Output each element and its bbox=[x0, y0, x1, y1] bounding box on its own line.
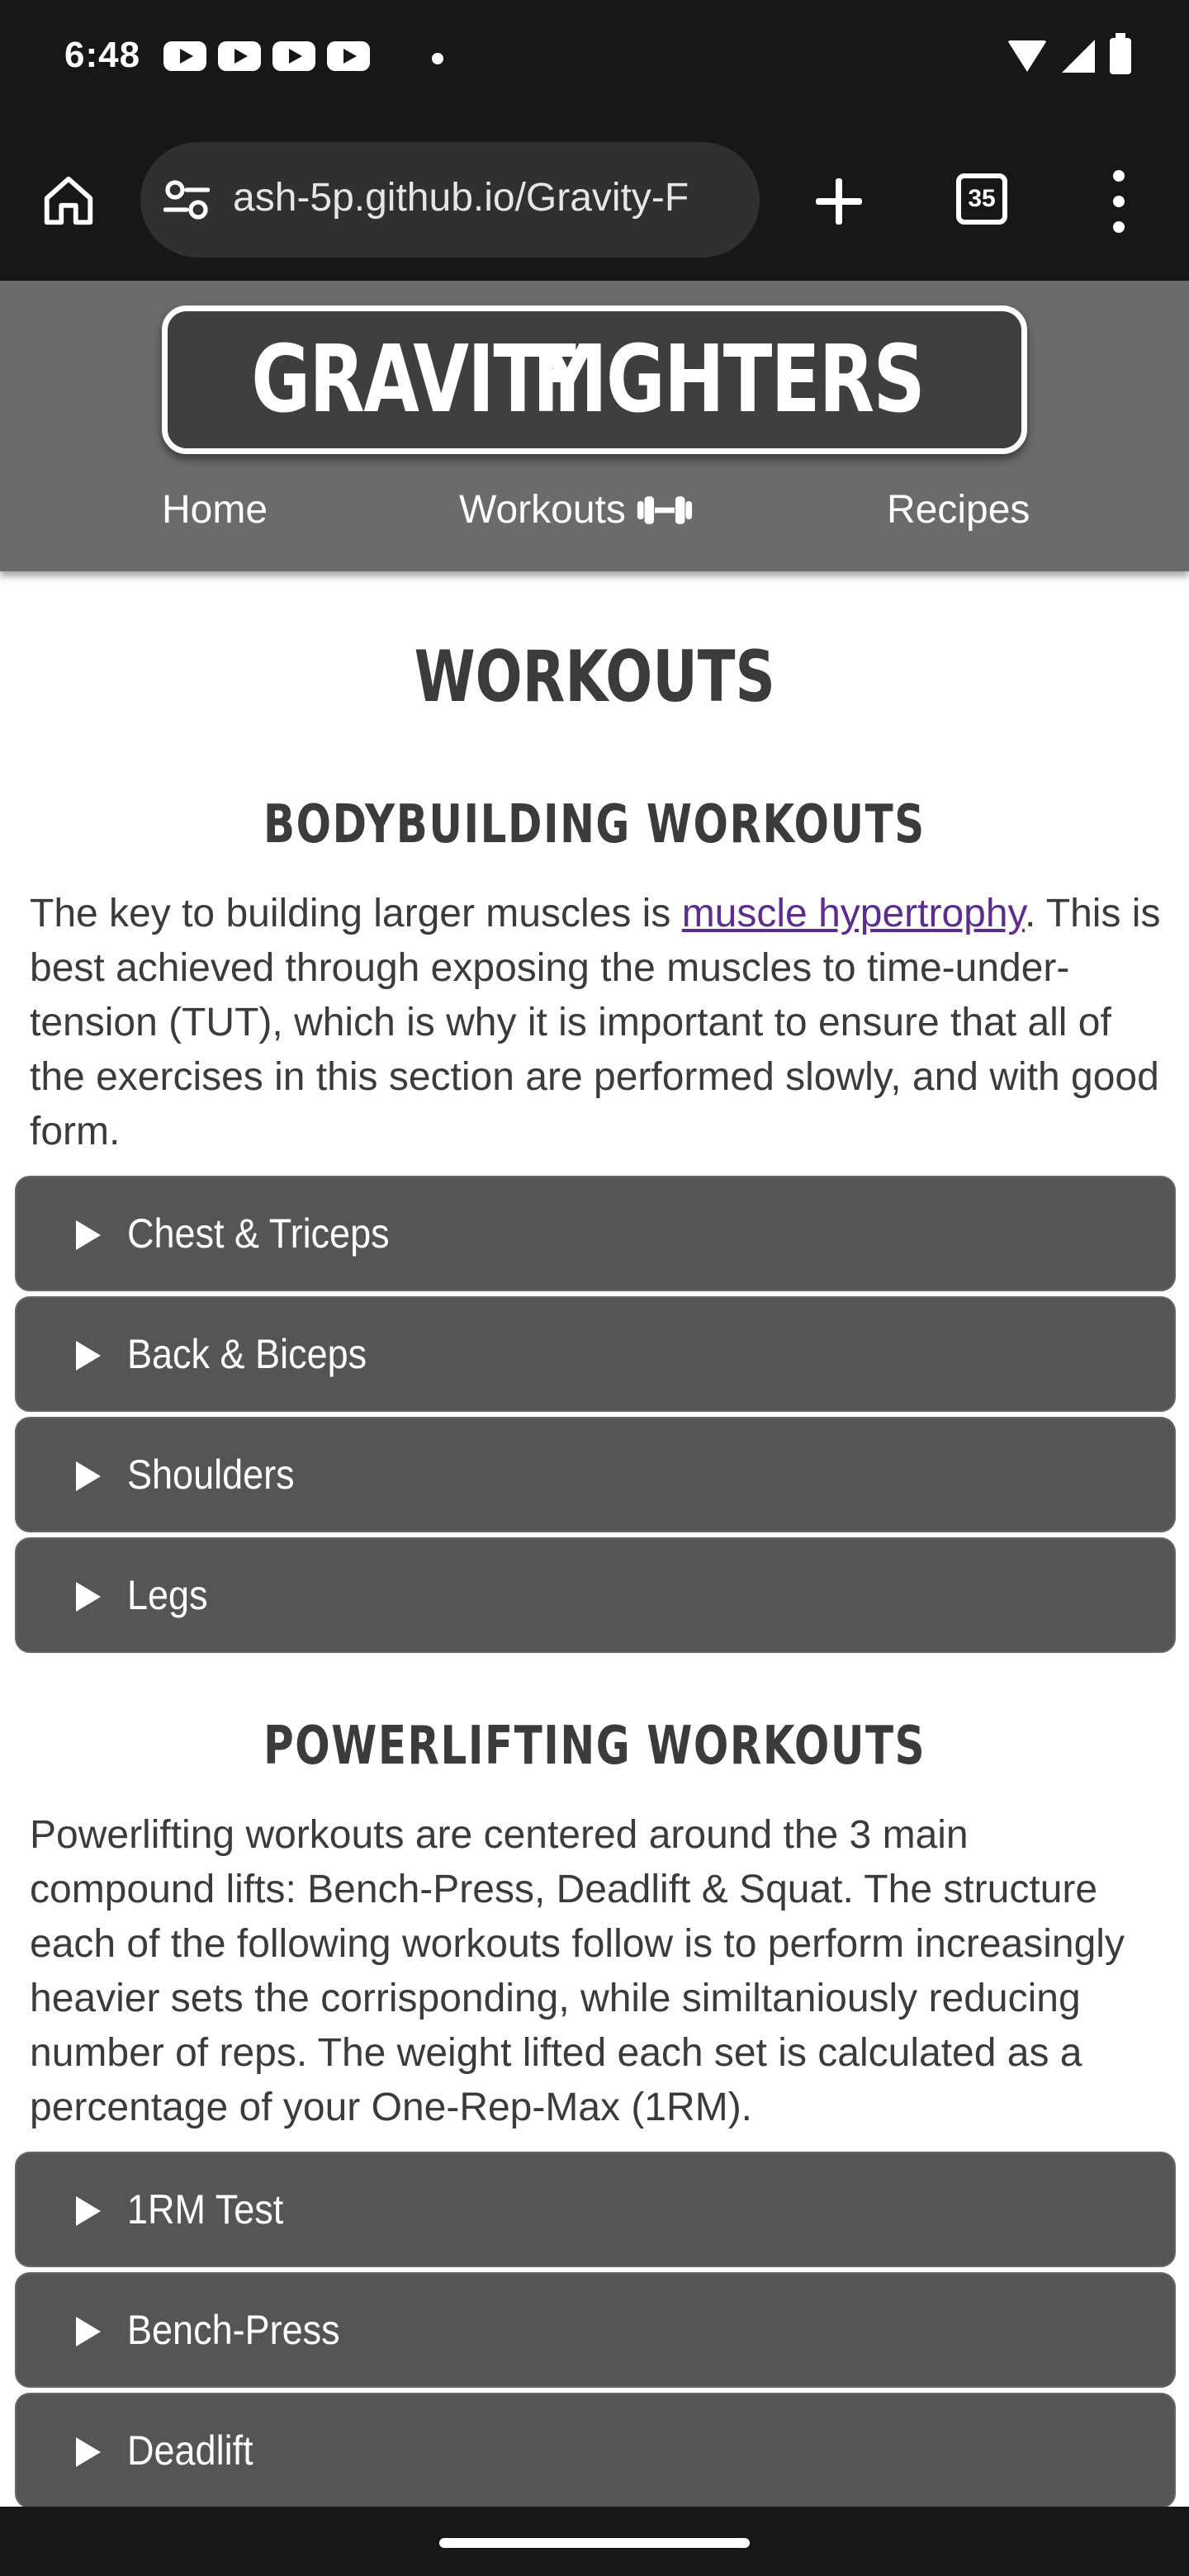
browser-toolbar: ash-5p.github.io/Gravity-F 35 bbox=[0, 124, 1189, 281]
youtube-notification-icon bbox=[327, 41, 370, 71]
home-icon bbox=[44, 176, 93, 225]
expand-triangle-icon bbox=[76, 1461, 101, 1491]
more-notifications-dot-icon bbox=[432, 53, 443, 64]
site-nav: Home Workouts Recipes bbox=[0, 487, 1189, 553]
address-bar[interactable]: ash-5p.github.io/Gravity-F bbox=[140, 142, 760, 258]
dumbbell-icon bbox=[637, 495, 692, 524]
expand-triangle-icon bbox=[76, 2437, 101, 2467]
powerlifting-intro: Powerlifting workouts are centered aroun… bbox=[30, 1813, 1125, 2129]
expand-triangle-icon bbox=[76, 2317, 101, 2346]
more-menu-icon[interactable] bbox=[1108, 170, 1130, 233]
expand-triangle-icon bbox=[76, 1341, 101, 1371]
nav-home[interactable]: Home bbox=[162, 487, 268, 533]
nav-recipes[interactable]: Recipes bbox=[887, 487, 1030, 533]
expand-triangle-icon bbox=[76, 1220, 101, 1250]
accordion-chest-triceps[interactable]: Chest & Triceps bbox=[15, 1176, 1176, 1291]
bodybuilding-heading: BODYBUILDING WORKOUTS bbox=[263, 794, 926, 855]
wifi-icon bbox=[1007, 40, 1047, 72]
page-title: WORKOUTS bbox=[414, 636, 775, 718]
nav-workouts-label: Workouts bbox=[459, 488, 626, 532]
bodybuilding-intro: The key to building larger muscles is mu… bbox=[30, 892, 1161, 1153]
url-text[interactable]: ash-5p.github.io/Gravity-F bbox=[233, 175, 689, 220]
muscle-hypertrophy-link[interactable]: muscle hypertrophy bbox=[682, 892, 1025, 935]
youtube-notification-icon bbox=[163, 41, 206, 71]
youtube-notification-icon bbox=[272, 41, 315, 71]
powerlifting-heading: POWERLIFTING WORKOUTS bbox=[263, 1716, 926, 1777]
status-time: 6:48 bbox=[64, 35, 141, 75]
logo-text-right: FIGHTERS bbox=[532, 326, 926, 433]
status-bar: 6:48 bbox=[0, 0, 1189, 124]
gesture-handle[interactable] bbox=[439, 2538, 750, 2548]
nav-workouts[interactable]: Workouts bbox=[459, 487, 694, 533]
accordion-1rm-test[interactable]: 1RM Test bbox=[15, 2152, 1176, 2267]
site-settings-icon[interactable] bbox=[163, 178, 210, 221]
expand-triangle-icon bbox=[76, 1582, 101, 1612]
battery-icon bbox=[1110, 33, 1131, 74]
system-navigation-bar bbox=[0, 2507, 1189, 2576]
notification-icons bbox=[163, 41, 370, 71]
accordion-deadlift[interactable]: Deadlift bbox=[15, 2393, 1176, 2508]
accordion-shoulders[interactable]: Shoulders bbox=[15, 1417, 1176, 1532]
cell-signal-icon bbox=[1062, 40, 1095, 73]
site-logo[interactable]: GRAVITY FIGHTERS bbox=[162, 305, 1027, 454]
home-button[interactable] bbox=[33, 165, 104, 236]
accordion-legs[interactable]: Legs bbox=[15, 1537, 1176, 1653]
tab-switcher-button[interactable]: 35 bbox=[956, 173, 1007, 225]
expand-triangle-icon bbox=[76, 2196, 101, 2226]
system-icons bbox=[1007, 33, 1131, 74]
youtube-notification-icon bbox=[218, 41, 261, 71]
accordion-back-biceps[interactable]: Back & Biceps bbox=[15, 1296, 1176, 1412]
accordion-bench-press[interactable]: Bench-Press bbox=[15, 2272, 1176, 2388]
site-header: GRAVITY FIGHTERS Home Workouts Recipes bbox=[0, 281, 1189, 571]
new-tab-icon[interactable] bbox=[806, 168, 872, 234]
